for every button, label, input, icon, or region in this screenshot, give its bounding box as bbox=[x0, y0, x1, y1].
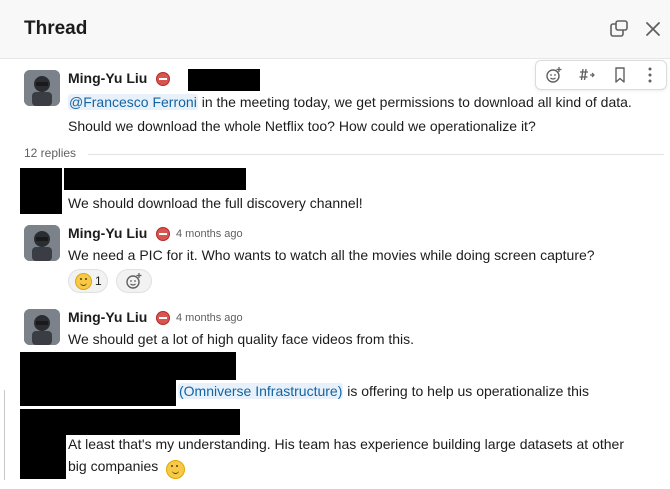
timestamp[interactable]: 4 months ago bbox=[176, 312, 243, 324]
author-name[interactable]: Ming-Yu Liu bbox=[68, 70, 147, 86]
grinning-emoji-icon bbox=[75, 273, 92, 290]
message-text: At least that's my understanding. His te… bbox=[68, 436, 624, 452]
message-text: Should we download the whole Netflix too… bbox=[68, 118, 536, 134]
timestamp[interactable]: 4 months ago bbox=[176, 228, 243, 240]
reaction-count: 1 bbox=[95, 274, 102, 288]
author-name[interactable]: Ming-Yu Liu bbox=[68, 309, 147, 325]
message-actions-toolbar bbox=[535, 60, 667, 90]
avatar[interactable] bbox=[24, 70, 60, 106]
open-in-window-icon[interactable] bbox=[608, 18, 630, 40]
do-not-disturb-icon bbox=[156, 72, 170, 86]
redacted-name bbox=[64, 168, 246, 190]
avatar[interactable] bbox=[24, 309, 60, 345]
thread-header: Thread bbox=[0, 0, 670, 59]
forward-to-channel-icon[interactable] bbox=[576, 65, 596, 85]
redacted-block bbox=[20, 378, 176, 406]
panel-edge bbox=[4, 390, 5, 480]
more-actions-icon[interactable] bbox=[640, 65, 660, 85]
message-text: We need a PIC for it. Who wants to watch… bbox=[68, 247, 595, 263]
reply-count: 12 replies bbox=[24, 146, 77, 160]
slightly-smiling-emoji-icon bbox=[166, 457, 186, 479]
message-text: We should get a lot of high quality face… bbox=[68, 331, 415, 347]
author-name[interactable]: Ming-Yu Liu bbox=[68, 225, 147, 241]
message-text-part: in the meeting today, we get permissions… bbox=[197, 94, 632, 110]
message-text: @Francesco Ferroni in the meeting today,… bbox=[68, 91, 632, 113]
thread-title: Thread bbox=[24, 18, 88, 39]
message-text: big companies bbox=[68, 455, 186, 479]
redacted-avatar bbox=[20, 168, 62, 214]
redacted-block bbox=[20, 352, 236, 380]
bookmark-icon[interactable] bbox=[610, 65, 630, 85]
message-text: We should download the full discovery ch… bbox=[68, 195, 363, 211]
divider bbox=[88, 154, 664, 155]
message-text-part: big companies bbox=[68, 458, 159, 474]
redacted-block bbox=[188, 69, 260, 91]
group-mention[interactable]: (Omniverse Infrastructure) bbox=[178, 383, 344, 399]
avatar[interactable] bbox=[24, 225, 60, 261]
do-not-disturb-icon bbox=[156, 227, 170, 241]
message-text: (Omniverse Infrastructure) is offering t… bbox=[178, 380, 589, 402]
close-icon[interactable] bbox=[642, 18, 664, 40]
reaction-pill[interactable]: 1 bbox=[68, 269, 108, 293]
do-not-disturb-icon bbox=[156, 311, 170, 325]
redacted-block bbox=[20, 409, 240, 435]
redacted-avatar bbox=[20, 433, 66, 479]
add-reaction-icon[interactable] bbox=[544, 65, 564, 85]
user-mention[interactable]: @Francesco Ferroni bbox=[68, 94, 198, 110]
add-reaction-icon bbox=[126, 273, 142, 289]
add-reaction-button[interactable] bbox=[116, 269, 152, 293]
message-text-part: is offering to help us operationalize th… bbox=[343, 383, 590, 399]
